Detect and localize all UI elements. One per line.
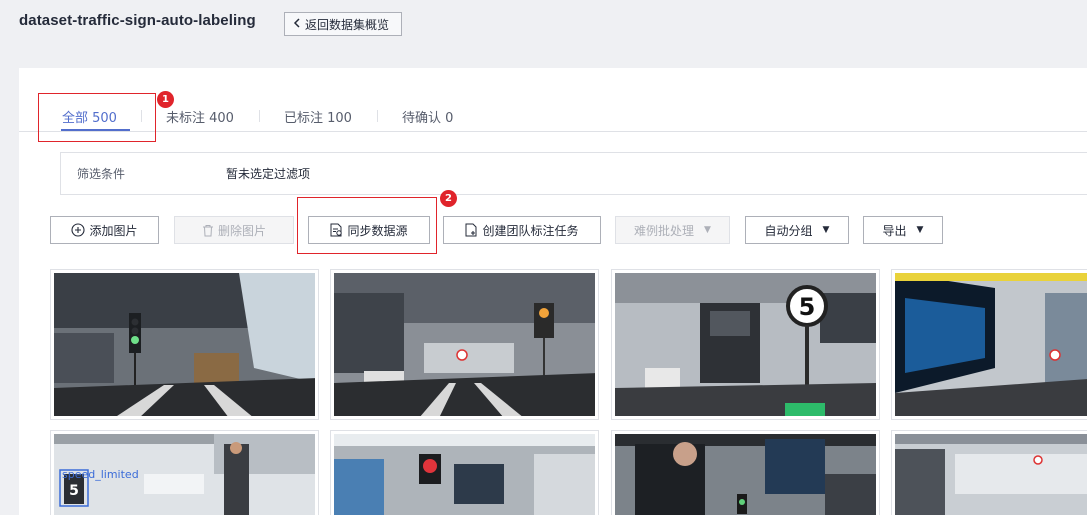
hard-example-batch-label: 难例批处理: [634, 223, 695, 238]
chevron-left-icon: [293, 17, 301, 31]
delete-image-label: 删除图片: [217, 223, 266, 238]
dataset-panel: 全部 500 未标注 400 已标注 100 待确认 0 1 筛选条件 暂未选定…: [19, 68, 1087, 515]
filter-value: 暂未选定过滤项: [226, 167, 311, 181]
tab-divider: [259, 110, 260, 122]
image-content: [54, 273, 315, 416]
annotation-label: speed_limited: [62, 468, 139, 481]
back-button-label: 返回数据集概览: [305, 17, 390, 32]
caret-down-icon: ▼: [916, 225, 924, 235]
delete-image-button[interactable]: 删除图片: [174, 216, 294, 244]
back-to-overview-button[interactable]: 返回数据集概览: [284, 12, 402, 36]
filter-label: 筛选条件: [77, 167, 126, 181]
tab-labeled[interactable]: 已标注 100: [284, 107, 352, 126]
add-image-label: 添加图片: [89, 223, 138, 238]
auto-group-label: 自动分组: [764, 223, 813, 238]
create-team-task-button[interactable]: 创建团队标注任务: [443, 216, 601, 244]
image-thumbnail[interactable]: [330, 269, 599, 420]
caret-down-icon: ▼: [822, 225, 830, 235]
image-content: 5 speed_limited: [54, 434, 315, 515]
image-thumbnail[interactable]: [50, 269, 319, 420]
auto-group-button[interactable]: 自动分组 ▼: [745, 216, 849, 244]
sign-number-text: 5: [799, 293, 816, 321]
tab-unlabeled[interactable]: 未标注 400: [166, 107, 234, 126]
filter-bar: 筛选条件 暂未选定过滤项: [60, 152, 1087, 195]
image-thumbnail[interactable]: 5: [611, 269, 880, 420]
image-content: [615, 434, 876, 515]
dataset-title: dataset-traffic-sign-auto-labeling: [19, 12, 256, 29]
image-thumbnail[interactable]: [330, 430, 599, 515]
export-label: 导出: [882, 223, 907, 238]
callout-box-2: [297, 197, 437, 254]
hard-example-batch-button[interactable]: 难例批处理 ▼: [615, 216, 730, 244]
export-button[interactable]: 导出 ▼: [863, 216, 943, 244]
image-thumbnail[interactable]: 5 speed_limited: [50, 430, 319, 515]
callout-badge-2: 2: [440, 190, 457, 207]
plus-circle-icon: [71, 223, 86, 237]
callout-box-1: [38, 93, 156, 142]
image-content: [895, 434, 1087, 515]
tabs-bar: 全部 500 未标注 400 已标注 100 待确认 0: [19, 68, 1087, 132]
tab-divider: [377, 110, 378, 122]
image-thumbnail[interactable]: [891, 269, 1087, 420]
create-team-task-label: 创建团队标注任务: [482, 223, 579, 238]
trash-icon: [202, 224, 214, 237]
tab-to-confirm[interactable]: 待确认 0: [402, 107, 453, 126]
image-content: [895, 273, 1087, 416]
image-content: [334, 273, 595, 416]
image-thumbnail[interactable]: [611, 430, 880, 515]
image-content: 5: [615, 273, 876, 416]
document-add-icon: [465, 223, 478, 237]
add-image-button[interactable]: 添加图片: [50, 216, 159, 244]
image-content: [334, 434, 595, 515]
callout-badge-1: 1: [157, 91, 174, 108]
sign-number-text: 5: [69, 483, 79, 499]
caret-down-icon: ▼: [704, 225, 711, 235]
image-thumbnail[interactable]: [891, 430, 1087, 515]
